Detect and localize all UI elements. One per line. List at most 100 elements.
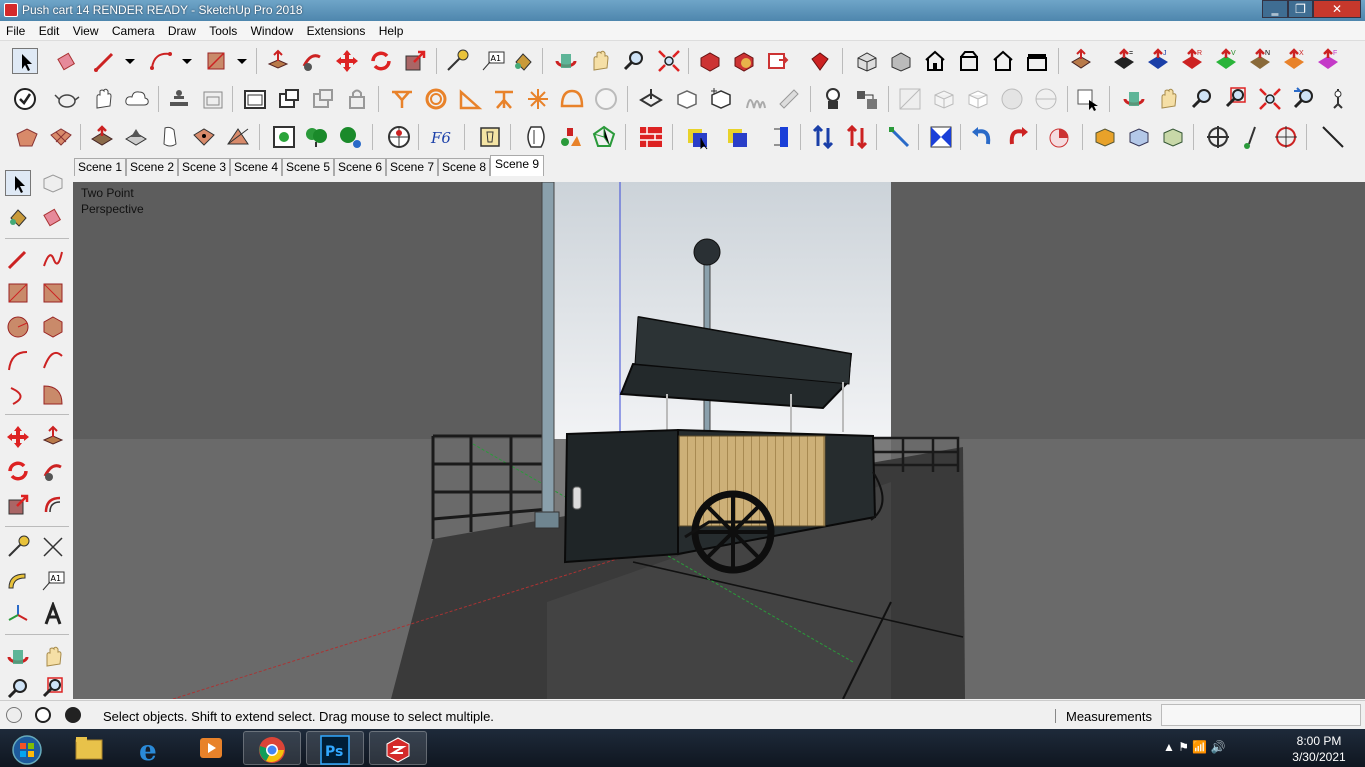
line-tool-icon[interactable] bbox=[5, 246, 31, 272]
sandbox-icon[interactable] bbox=[820, 86, 846, 112]
rotate-tool-icon[interactable] bbox=[368, 48, 394, 74]
axis-equal-icon[interactable]: = bbox=[1111, 48, 1137, 74]
xray-icon[interactable] bbox=[897, 86, 923, 112]
needle-icon[interactable] bbox=[1239, 124, 1265, 150]
front-view-icon[interactable] bbox=[922, 48, 948, 74]
shapes-icon[interactable] bbox=[557, 124, 583, 150]
menu-help[interactable]: Help bbox=[375, 21, 408, 38]
tab-scene-4[interactable]: Scene 4 bbox=[230, 158, 282, 176]
menu-draw[interactable]: Draw bbox=[164, 21, 200, 38]
zoom-tool-icon[interactable] bbox=[5, 676, 31, 698]
menu-camera[interactable]: Camera bbox=[108, 21, 159, 38]
line-tool-icon[interactable] bbox=[92, 48, 118, 74]
protractor-icon[interactable] bbox=[457, 86, 483, 112]
text-tool-icon[interactable]: A1 bbox=[40, 568, 66, 594]
axis-r-icon[interactable]: R bbox=[1179, 48, 1205, 74]
taskbar-clock[interactable]: 8:00 PM 3/30/2021 bbox=[1284, 733, 1354, 765]
maximize-button[interactable]: ❐ bbox=[1288, 0, 1313, 18]
sketchup-app-icon[interactable] bbox=[4, 3, 18, 17]
chevron-down-icon[interactable] bbox=[174, 48, 192, 74]
file-explorer-icon[interactable] bbox=[60, 731, 118, 765]
component-select-icon[interactable] bbox=[1075, 86, 1101, 112]
solid-inspector-icon[interactable] bbox=[523, 124, 549, 150]
eraser-tool-icon[interactable] bbox=[40, 204, 66, 230]
target-icon[interactable] bbox=[1273, 124, 1299, 150]
orbit-tool-icon[interactable] bbox=[553, 48, 579, 74]
axis-v-icon[interactable]: V bbox=[1213, 48, 1239, 74]
position-camera-icon[interactable] bbox=[1325, 86, 1351, 112]
cube-select-icon[interactable] bbox=[685, 124, 711, 150]
rectangle-tool-icon[interactable] bbox=[203, 48, 229, 74]
zoom-extents-tool-icon[interactable] bbox=[656, 48, 682, 74]
teapot-icon[interactable] bbox=[54, 86, 80, 112]
select-tool-icon[interactable] bbox=[5, 170, 31, 196]
rotate-tool-icon[interactable] bbox=[5, 458, 31, 484]
model-info-icon[interactable] bbox=[12, 86, 38, 112]
zoom-tool-icon[interactable] bbox=[1189, 86, 1215, 112]
model-viewport[interactable]: Two Point Perspective bbox=[73, 182, 1365, 699]
dome-icon[interactable] bbox=[559, 86, 585, 112]
pan-tool-icon[interactable] bbox=[1155, 86, 1181, 112]
select-tool-icon[interactable] bbox=[12, 48, 38, 74]
drape-icon[interactable] bbox=[157, 124, 183, 150]
orbit-tool-icon[interactable] bbox=[5, 644, 31, 670]
sphere-icon[interactable] bbox=[593, 86, 619, 112]
group-icon[interactable] bbox=[310, 86, 336, 112]
arc-tool-icon[interactable] bbox=[148, 48, 174, 74]
rectangle-tool-icon[interactable] bbox=[5, 280, 31, 306]
top-view-icon[interactable] bbox=[888, 48, 914, 74]
axis-j-icon[interactable]: J bbox=[1145, 48, 1171, 74]
pan-tool-icon[interactable] bbox=[40, 644, 66, 670]
menu-tools[interactable]: Tools bbox=[205, 21, 241, 38]
make-component-icon[interactable] bbox=[40, 170, 66, 196]
move-tool-icon[interactable] bbox=[334, 48, 360, 74]
freehand-tool-icon[interactable] bbox=[40, 246, 66, 272]
menu-file[interactable]: File bbox=[2, 21, 29, 38]
up-down-blue-icon[interactable] bbox=[810, 124, 836, 150]
offset-tool-icon[interactable] bbox=[40, 492, 66, 518]
scale-tool-icon[interactable] bbox=[5, 492, 31, 518]
stamp-tool-icon[interactable] bbox=[123, 124, 149, 150]
info-icon[interactable] bbox=[35, 707, 51, 723]
brick-wall-icon[interactable] bbox=[638, 124, 664, 150]
section-plane-icon[interactable] bbox=[242, 86, 268, 112]
hidden-line-icon[interactable] bbox=[965, 86, 991, 112]
menu-view[interactable]: View bbox=[69, 21, 103, 38]
scale-tool-icon[interactable] bbox=[402, 48, 428, 74]
tab-scene-1[interactable]: Scene 1 bbox=[74, 158, 126, 176]
zoom-extents-tool-icon[interactable] bbox=[1257, 86, 1283, 112]
paint-bucket-tool-icon[interactable] bbox=[5, 204, 31, 230]
polyhedron-icon[interactable] bbox=[591, 124, 617, 150]
tree-plus-icon[interactable] bbox=[337, 124, 363, 150]
menu-extensions[interactable]: Extensions bbox=[303, 21, 370, 38]
light-star-icon[interactable] bbox=[525, 86, 551, 112]
user-account-icon[interactable] bbox=[65, 707, 81, 723]
photoshop-icon[interactable]: Ps bbox=[306, 731, 364, 765]
sandbox-from-contours-icon[interactable] bbox=[14, 124, 40, 150]
right-view-icon[interactable] bbox=[956, 48, 982, 74]
tape-measure-tool-icon[interactable] bbox=[5, 534, 31, 560]
zoom-window-icon[interactable] bbox=[40, 676, 66, 698]
function-icon[interactable]: F6 bbox=[430, 124, 456, 150]
pie-tool-icon[interactable] bbox=[40, 382, 66, 408]
extension-warehouse-icon[interactable] bbox=[731, 48, 757, 74]
paint-bucket-tool-icon[interactable] bbox=[510, 48, 536, 74]
system-tray[interactable]: ▲ ⚑ 📶 🔊 bbox=[1163, 740, 1226, 754]
extension-manager-icon[interactable] bbox=[807, 48, 833, 74]
textured-icon[interactable] bbox=[1033, 86, 1059, 112]
crosshair-icon[interactable] bbox=[1205, 124, 1231, 150]
tape-measure-tool-icon[interactable] bbox=[444, 48, 470, 74]
blue-cube-icon[interactable] bbox=[1126, 124, 1152, 150]
rotated-rectangle-tool-icon[interactable] bbox=[40, 280, 66, 306]
slash-line-icon[interactable] bbox=[1320, 124, 1346, 150]
protractor-tool-icon[interactable] bbox=[5, 568, 31, 594]
back-view-icon[interactable] bbox=[990, 48, 1016, 74]
internet-explorer-icon[interactable]: e bbox=[121, 731, 179, 765]
flip-edge-icon[interactable] bbox=[225, 124, 251, 150]
geo-location-icon[interactable] bbox=[386, 124, 412, 150]
box-icon[interactable] bbox=[674, 86, 700, 112]
component-icon[interactable] bbox=[276, 86, 302, 112]
chevron-down-icon[interactable] bbox=[117, 48, 135, 74]
circle-tool-icon[interactable] bbox=[5, 314, 31, 340]
green-cube-icon[interactable] bbox=[1160, 124, 1186, 150]
